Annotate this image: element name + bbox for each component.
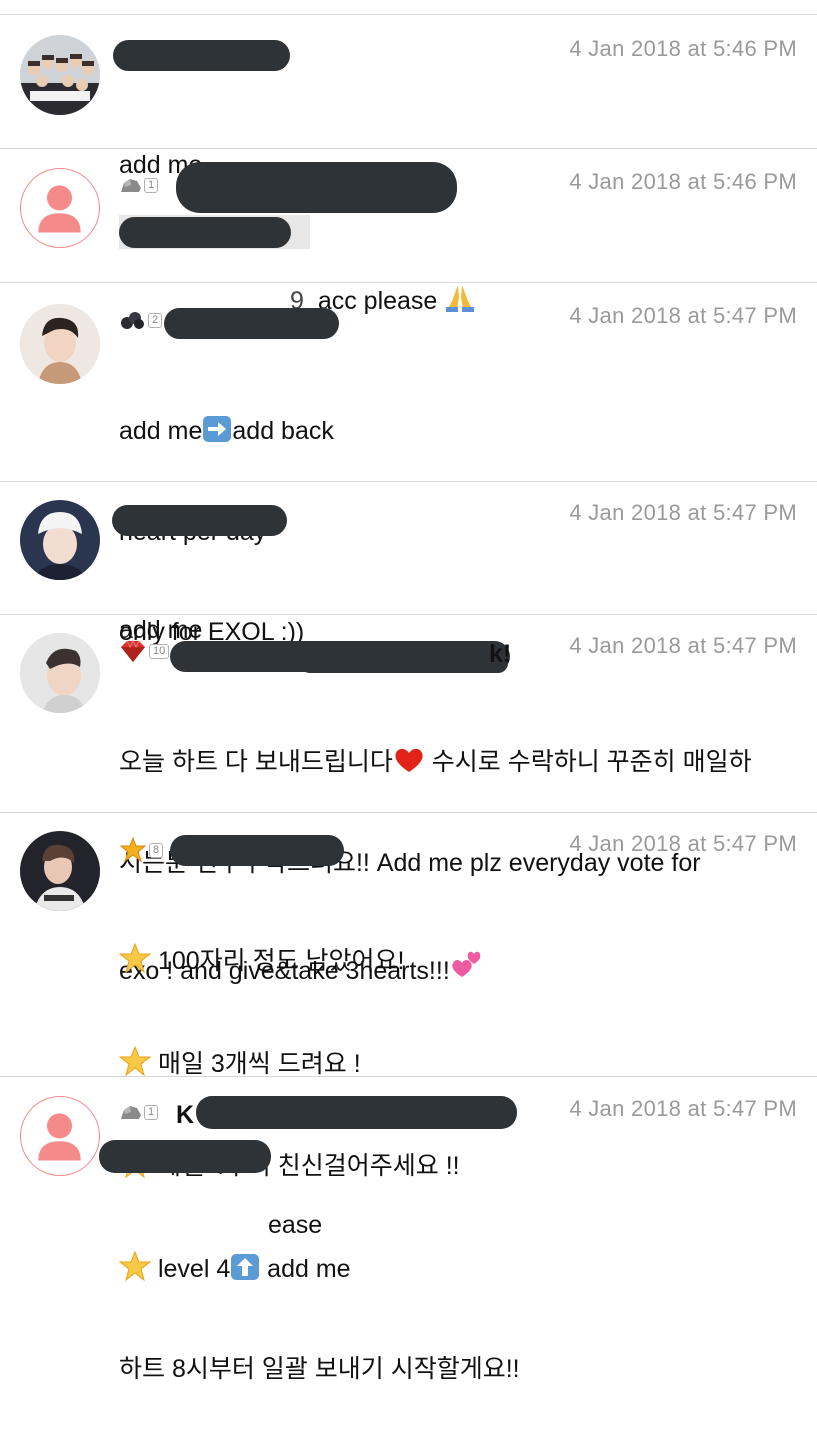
redacted-username xyxy=(170,835,344,866)
gold-star-icon xyxy=(119,837,147,863)
rock-icon xyxy=(121,179,141,192)
redacted-username xyxy=(112,505,287,536)
post-item[interactable]: 2 4 Jan 2018 at 5:47 PM add meadd back h… xyxy=(0,283,817,646)
post-timestamp: 4 Jan 2018 at 5:47 PM xyxy=(569,831,797,856)
level-number: 2 xyxy=(148,312,163,328)
post-timestamp: 4 Jan 2018 at 5:46 PM xyxy=(569,36,797,61)
glowing-star-icon xyxy=(119,943,151,973)
post-item[interactable]: 1 K 4 Jan 2018 at 5:47 PM ease xyxy=(0,1077,817,1239)
redacted-username xyxy=(113,40,290,71)
redacted-message xyxy=(99,1140,271,1173)
post-timestamp: 4 Jan 2018 at 5:47 PM xyxy=(569,1096,797,1121)
post-timestamp: 4 Jan 2018 at 5:47 PM xyxy=(569,303,797,328)
rock-icon xyxy=(121,1106,141,1119)
username-fragment: k! xyxy=(489,640,512,668)
user-level-badge: 8 xyxy=(118,837,164,863)
user-photo-avatar[interactable] xyxy=(20,633,100,713)
ruby-icon xyxy=(121,639,145,662)
post-text: ease xyxy=(268,1211,323,1239)
post-item[interactable]: 4 Jan 2018 at 5:46 PM add me xyxy=(0,15,817,179)
redacted-mention xyxy=(119,217,291,248)
user-level-badge: 1 xyxy=(119,176,159,194)
default-person-avatar[interactable] xyxy=(20,168,100,248)
user-level-badge: 1 xyxy=(119,1103,159,1121)
redacted-username xyxy=(300,653,508,673)
red-heart-icon xyxy=(395,748,423,772)
post-timestamp: 4 Jan 2018 at 5:46 PM xyxy=(569,169,797,194)
post-timestamp: 4 Jan 2018 at 5:47 PM xyxy=(569,633,797,658)
group-photo-avatar[interactable] xyxy=(20,35,100,115)
user-photo-avatar[interactable] xyxy=(20,304,100,384)
post-item[interactable]: 10 k! 4 Jan 2018 at 5:47 PM 오늘 하트 다 보내드립… xyxy=(0,615,817,985)
post-item[interactable]: 4 Jan 2018 at 5:47 PM add me xyxy=(0,482,817,644)
redacted-username xyxy=(196,1096,517,1129)
level-number: 1 xyxy=(144,1104,159,1120)
redacted-username xyxy=(176,162,457,213)
default-person-avatar[interactable] xyxy=(20,1096,100,1176)
user-level-badge: 10 xyxy=(118,639,170,663)
username-fragment: K xyxy=(176,1101,195,1129)
post-item[interactable]: 8 4 Jan 2018 at 5:47 PM 100자리 정도 남았어요! 매… xyxy=(0,813,817,1383)
glowing-star-icon xyxy=(119,1250,151,1281)
user-photo-avatar[interactable] xyxy=(20,500,100,580)
user-photo-avatar[interactable] xyxy=(20,831,100,911)
redacted-username xyxy=(164,308,339,339)
right-arrow-icon xyxy=(203,416,232,442)
level-number: 1 xyxy=(144,177,159,193)
level-number: 10 xyxy=(149,643,170,659)
up-arrow-icon xyxy=(231,1253,260,1280)
post-timestamp: 4 Jan 2018 at 5:47 PM xyxy=(569,500,797,525)
user-level-badge: 2 xyxy=(119,310,163,330)
glowing-star-icon xyxy=(119,1045,151,1076)
coal-icon xyxy=(121,312,144,329)
level-number: 8 xyxy=(149,842,164,858)
post-item[interactable]: 1 4 Jan 2018 at 5:46 PM 9 acc please xyxy=(0,149,817,315)
